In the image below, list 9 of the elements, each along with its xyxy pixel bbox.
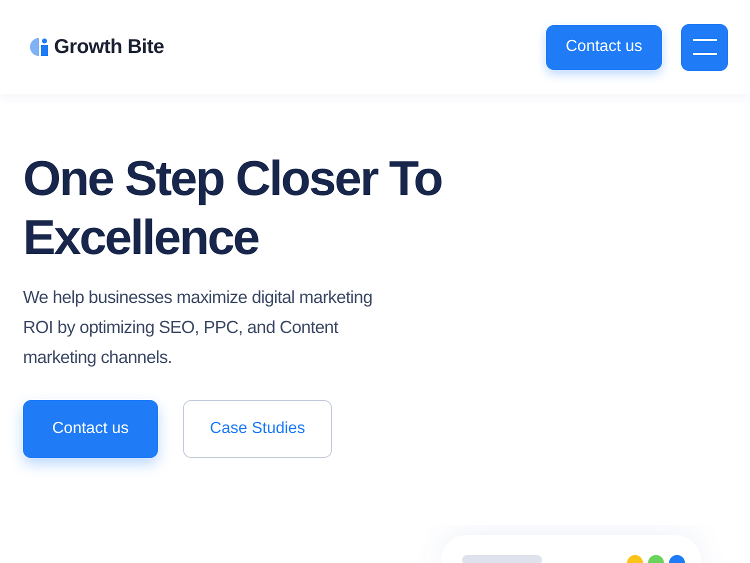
menu-icon bbox=[692, 39, 716, 55]
contact-button[interactable]: Contact us bbox=[23, 400, 158, 458]
logo-text: Growth Bite bbox=[54, 36, 164, 58]
contact-button[interactable]: Contact us bbox=[546, 24, 662, 70]
logo-icon bbox=[30, 38, 50, 56]
menu-button[interactable] bbox=[681, 24, 728, 70]
case-studies-button[interactable]: Case Studies bbox=[183, 400, 332, 458]
hero-title: One Step Closer To Excellence bbox=[23, 151, 443, 267]
hero-description: We help businesses maximize digital marketing ROI by optimizing SEO, PPC, and Content marketing channels. bbox=[23, 286, 374, 369]
